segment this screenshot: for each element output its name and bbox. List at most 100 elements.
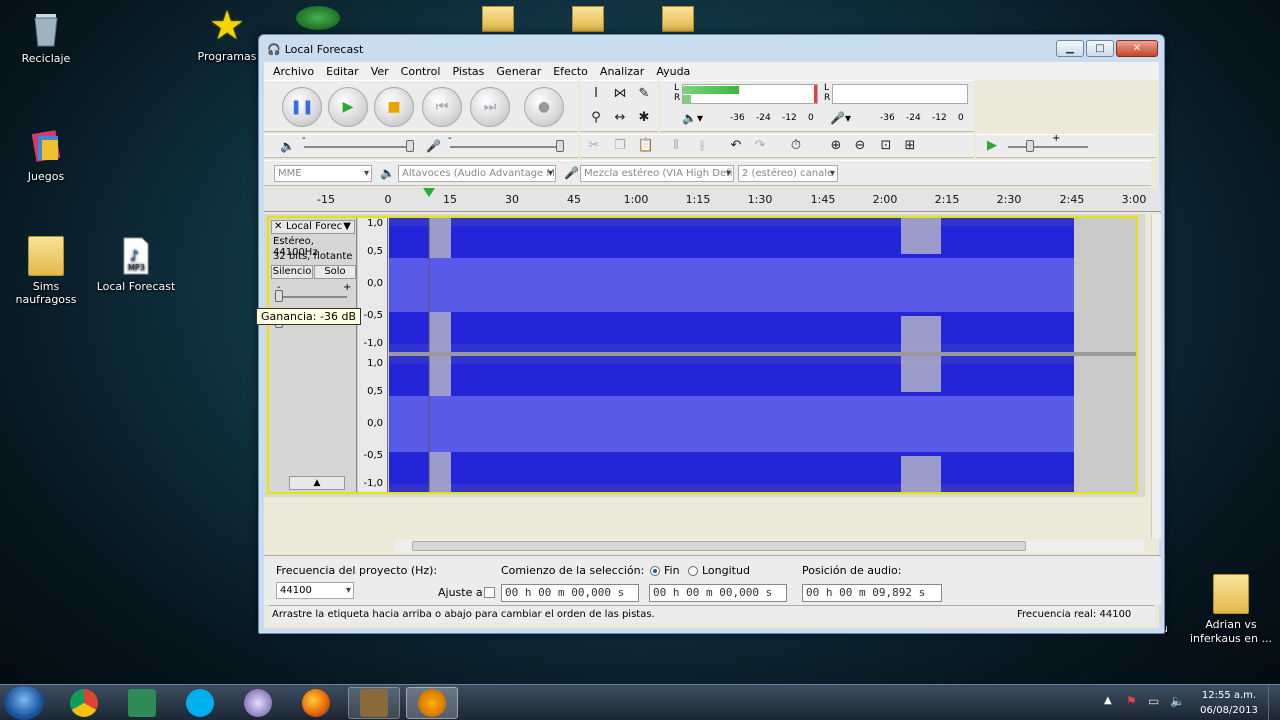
playback-meter[interactable] (682, 84, 818, 104)
skip-start-button[interactable]: ⏮ (422, 87, 462, 127)
input-channels-select[interactable]: 2 (estéreo) canale (738, 165, 838, 182)
end-radio[interactable] (650, 566, 660, 576)
close-button[interactable]: ✕ (1116, 40, 1158, 57)
scrollbar-thumb[interactable] (412, 541, 1026, 551)
snap-to-checkbox[interactable] (484, 587, 495, 598)
sync-lock-icon[interactable]: ⏱ (786, 137, 806, 155)
zoom-tool-icon[interactable]: ⚲ (586, 109, 606, 127)
input-device-select[interactable]: Mezcla estéreo (VIA High Defi (580, 165, 734, 182)
menu-efecto[interactable]: Efecto (547, 65, 594, 78)
desktop-icon-recycle-bin[interactable]: Reciclaje (4, 8, 88, 65)
waveform-right[interactable] (389, 356, 1074, 492)
audio-track[interactable]: ✕ Local Forec ▼ Estéreo, 44100Hz 32 bits… (267, 216, 1138, 494)
pause-button[interactable]: ❚❚ (282, 87, 322, 127)
taskbar-app-green[interactable] (116, 687, 168, 719)
taskbar-app-swirl[interactable] (232, 687, 284, 719)
start-button[interactable] (4, 686, 44, 720)
selection-end-field[interactable]: 00 h 00 m 00,000 s (649, 584, 787, 602)
desktop-icon-programas[interactable]: ★ Programas (185, 6, 269, 63)
taskbar-skype[interactable] (174, 687, 226, 719)
desktop-partial-icon-green[interactable] (296, 6, 340, 30)
menu-pistas[interactable]: Pistas (446, 65, 490, 78)
play-at-speed-icon[interactable]: ▶ (982, 137, 1002, 155)
cut-icon[interactable]: ✂ (584, 137, 604, 155)
gain-thumb[interactable] (275, 290, 283, 302)
redo-icon[interactable]: ↷ (750, 137, 770, 155)
output-volume-thumb[interactable] (406, 140, 414, 152)
mute-button[interactable]: Silencio (271, 265, 313, 279)
tray-display-icon[interactable]: ▭ (1148, 694, 1159, 708)
track-name-menu[interactable]: ✕ Local Forec ▼ (271, 220, 355, 234)
paste-icon[interactable]: 📋 (636, 137, 656, 155)
input-volume-thumb[interactable] (556, 140, 564, 152)
output-volume-min: - (302, 133, 306, 144)
clock[interactable]: 12:55 a.m. 06/08/2013 (1196, 688, 1262, 718)
solo-button[interactable]: Solo (314, 265, 356, 279)
minimize-button[interactable]: ▁ (1056, 40, 1084, 57)
length-radio[interactable] (688, 566, 698, 576)
audio-host-select[interactable]: MME (274, 165, 372, 182)
horizontal-scrollbar[interactable] (394, 540, 1144, 552)
ruler-label: 45 (567, 193, 581, 206)
taskbar-firefox[interactable] (290, 687, 342, 719)
timeline-ruler[interactable]: -15 0 15 30 45 1:00 1:15 1:30 1:45 2:00 … (264, 188, 1161, 212)
silence-icon[interactable]: ⫲ (692, 137, 712, 155)
snap-to-label: Ajuste a (438, 586, 483, 599)
output-volume-slider[interactable] (304, 146, 414, 148)
show-desktop-button[interactable] (1268, 685, 1280, 720)
speed-thumb[interactable] (1026, 140, 1034, 152)
menu-control[interactable]: Control (395, 65, 447, 78)
menu-generar[interactable]: Generar (490, 65, 547, 78)
waveform-left[interactable] (389, 218, 1074, 352)
record-meter[interactable] (832, 84, 968, 104)
copy-icon[interactable]: ❐ (610, 137, 630, 155)
desktop-icon-sims[interactable]: Sims naufragoss (4, 236, 88, 306)
play-position-marker[interactable] (423, 188, 435, 197)
maximize-button[interactable]: □ (1086, 40, 1114, 57)
envelope-tool-icon[interactable]: ⋈ (610, 85, 630, 103)
trim-icon[interactable]: ⫴ (666, 137, 686, 155)
menu-analizar[interactable]: Analizar (594, 65, 650, 78)
tray-volume-icon[interactable]: 🔈 (1170, 694, 1185, 708)
record-button[interactable]: ● (524, 87, 564, 127)
taskbar-app-game[interactable] (348, 687, 400, 719)
speed-slider[interactable] (1008, 146, 1088, 148)
multi-tool-icon[interactable]: ✱ (634, 109, 654, 127)
undo-icon[interactable]: ↶ (726, 137, 746, 155)
vertical-scrollbar[interactable] (1151, 214, 1161, 539)
menu-ayuda[interactable]: Ayuda (650, 65, 696, 78)
output-device-select[interactable]: Altavoces (Audio Advantage M (398, 165, 556, 182)
folder-icon[interactable] (482, 6, 514, 32)
fit-project-icon[interactable]: ⊞ (900, 137, 920, 155)
taskbar-chrome[interactable] (58, 687, 110, 719)
draw-tool-icon[interactable]: ✎ (634, 85, 654, 103)
track-close-icon[interactable]: ✕ (274, 221, 282, 233)
desktop-icon-juegos[interactable]: Juegos (4, 126, 88, 183)
gain-slider[interactable] (279, 296, 347, 298)
menu-editar[interactable]: Editar (320, 65, 365, 78)
desktop-icon-adrian[interactable]: Adrian vs inferkaus en ... (1186, 574, 1276, 646)
selection-tool-icon[interactable]: I (586, 85, 606, 103)
desktop-icon-local-forecast[interactable]: MP3 ♪ Local Forecast (94, 236, 178, 293)
project-rate-select[interactable]: 44100 (276, 582, 354, 599)
stop-button[interactable]: ■ (374, 87, 414, 127)
taskbar-audacity[interactable] (406, 687, 458, 719)
fit-selection-icon[interactable]: ⊡ (876, 137, 896, 155)
zoom-in-icon[interactable]: ⊕ (826, 137, 846, 155)
menu-archivo[interactable]: Archivo (267, 65, 320, 78)
menu-ver[interactable]: Ver (365, 65, 395, 78)
selection-start-field[interactable]: 00 h 00 m 00,000 s (501, 584, 639, 602)
input-volume-slider[interactable] (450, 146, 562, 148)
folder-icon[interactable] (662, 6, 694, 32)
play-button[interactable]: ▶ (328, 87, 368, 127)
skip-end-button[interactable]: ⏭ (470, 87, 510, 127)
tray-network-icon[interactable]: ⚑ (1126, 694, 1137, 708)
folder-icon[interactable] (572, 6, 604, 32)
audio-position-field[interactable]: 00 h 00 m 09,892 s (802, 584, 942, 602)
timeshift-tool-icon[interactable]: ↔ (610, 109, 630, 127)
meter-scale-tick: -24 (906, 113, 921, 123)
window-titlebar[interactable]: 🎧 Local Forecast (259, 35, 1164, 63)
tray-chevron-icon[interactable]: ▲ (1104, 695, 1112, 706)
zoom-out-icon[interactable]: ⊖ (850, 137, 870, 155)
collapse-track-button[interactable]: ▲ (289, 476, 345, 490)
